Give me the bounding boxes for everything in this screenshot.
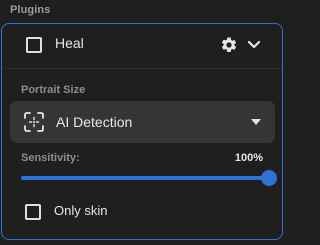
section-title: Plugins [10,4,51,16]
plugin-name: Heal [55,35,84,51]
portrait-size-dropdown[interactable]: AI Detection [10,101,275,143]
sensitivity-slider[interactable] [21,170,277,186]
sensitivity-label: Sensitivity: [21,152,80,164]
header-divider [2,68,282,69]
heal-plugin-card: Heal Portrait Size AI Detection Sensitiv… [1,23,283,240]
slider-fill [21,176,269,180]
only-skin-checkbox[interactable] [25,204,41,220]
portrait-size-title: Portrait Size [21,84,86,96]
gear-icon[interactable] [220,36,238,54]
only-skin-label: Only skin [54,203,108,218]
dropdown-selected-value: AI Detection [56,114,133,130]
heal-enable-checkbox[interactable] [26,37,42,53]
sensitivity-value: 100% [234,152,263,164]
caret-down-icon [251,119,261,125]
plugins-panel-root: Plugins Heal Portrait Size AI Detection … [0,0,286,245]
plugin-header[interactable]: Heal [2,24,282,68]
chevron-down-icon[interactable] [247,39,261,51]
slider-thumb[interactable] [261,170,277,186]
focus-frame-icon [24,112,44,132]
